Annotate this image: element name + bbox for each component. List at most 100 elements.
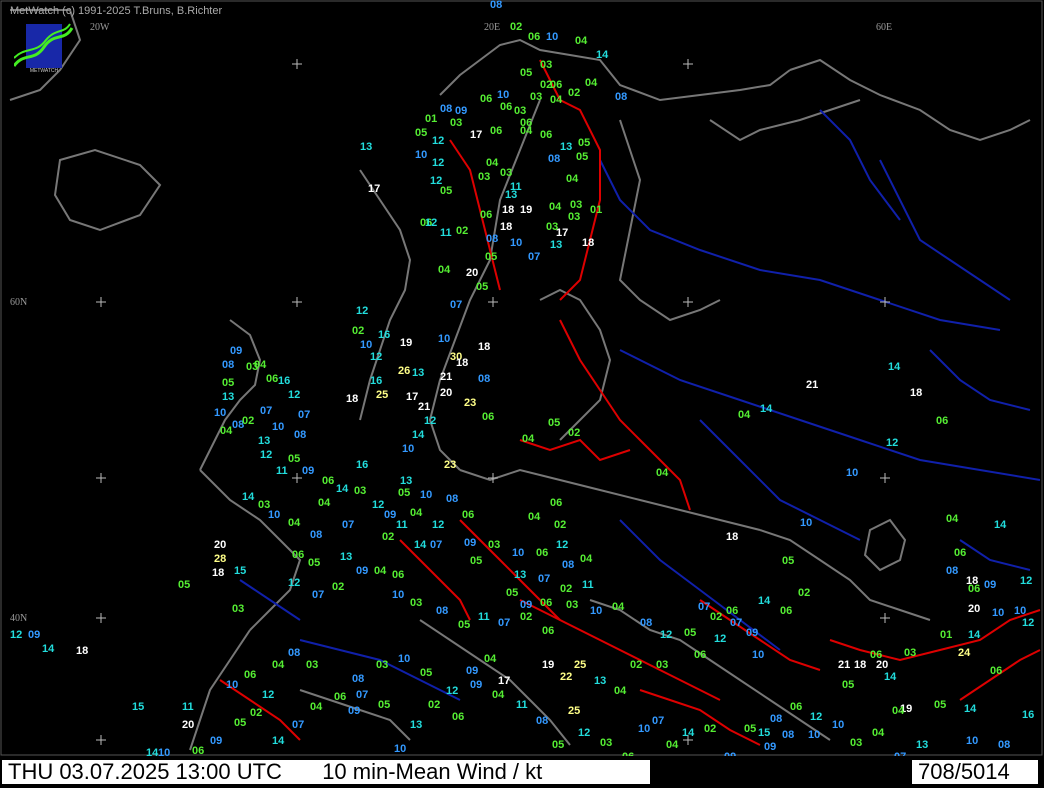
- wind-observation: 03: [478, 171, 491, 183]
- footer-parameter: 10 min-Mean Wind / kt: [322, 759, 543, 784]
- wind-observation: 17: [470, 129, 483, 141]
- wind-observation: 08: [288, 647, 301, 659]
- wind-observation: 08: [770, 713, 783, 725]
- wind-observation: 13: [560, 141, 573, 153]
- wind-observation: 10: [590, 605, 603, 617]
- wind-observation: 04: [585, 77, 598, 89]
- wind-observation: 05: [458, 619, 471, 631]
- wind-observation: 17: [368, 183, 381, 195]
- wind-observation: 19: [542, 659, 555, 671]
- wind-observation: 10: [415, 149, 428, 161]
- wind-observation: 12: [660, 629, 673, 641]
- wind-observation: 14: [968, 629, 981, 641]
- wind-observation: 08: [446, 493, 459, 505]
- wind-observation: 08: [478, 373, 491, 385]
- wind-observation: 05: [520, 67, 533, 79]
- wind-observation: 06: [244, 669, 257, 681]
- wind-observation: 07: [342, 519, 355, 531]
- footer-datetime: THU 03.07.2025 13:00 UTC: [8, 759, 282, 784]
- wind-observation: 05: [934, 699, 947, 711]
- metwatch-logo-icon: METWATCH: [14, 23, 74, 74]
- wind-observation: 25: [574, 659, 587, 671]
- wind-observation: 14: [242, 491, 255, 503]
- wind-observation: 03: [488, 539, 501, 551]
- wind-observation: 10: [846, 467, 859, 479]
- wind-observation: 04: [550, 94, 563, 106]
- borders: [219, 59, 1041, 746]
- wind-observation: 20: [968, 603, 981, 615]
- wind-observation: 04: [575, 35, 588, 47]
- wind-observation: 06: [480, 209, 493, 221]
- footer-datetime-parameter: THU 03.07.2025 13:00 UTC 10 min-Mean Win…: [2, 760, 650, 784]
- wind-observation: 12: [578, 727, 591, 739]
- wind-observation: 03: [410, 597, 423, 609]
- wind-observation: 02: [382, 531, 395, 543]
- wind-observation: 13: [594, 675, 607, 687]
- wind-observation: 05: [684, 627, 697, 639]
- wind-observation: 09: [746, 627, 759, 639]
- wind-observation: 06: [536, 547, 549, 559]
- wind-observation: 12: [262, 689, 275, 701]
- wind-observation: 10: [272, 421, 285, 433]
- wind-observation: 08: [490, 0, 503, 11]
- wind-observation: 04: [438, 264, 451, 276]
- wind-observation: 21: [440, 371, 453, 383]
- wind-observation: 06: [528, 31, 541, 43]
- wind-observation: 10: [398, 653, 411, 665]
- wind-observation: 19: [520, 204, 533, 216]
- wind-observation: 04: [272, 659, 285, 671]
- wind-observation: 13: [505, 189, 518, 201]
- wind-observation: 14: [758, 595, 771, 607]
- wind-observation: 22: [560, 671, 573, 683]
- wind-observation: 08: [946, 565, 959, 577]
- wind-observation: 25: [568, 705, 581, 717]
- wind-observation: 07: [430, 539, 443, 551]
- wind-observation: 02: [428, 699, 441, 711]
- wind-observation: 12: [446, 685, 459, 697]
- wind-observation: 05: [222, 377, 235, 389]
- wind-observation: 04: [318, 497, 331, 509]
- wind-observation: 04: [492, 689, 505, 701]
- wind-observation: 02: [798, 587, 811, 599]
- wind-observation: 03: [600, 737, 613, 749]
- wind-observation: 07: [698, 601, 711, 613]
- wind-observation: 04: [580, 553, 593, 565]
- wind-observation: 17: [498, 675, 511, 687]
- wind-observation: 06: [452, 711, 465, 723]
- wind-observation: 13: [258, 435, 271, 447]
- wind-observation: 13: [360, 141, 373, 153]
- wind-observation: 06: [266, 373, 279, 385]
- wind-observation: 09: [348, 705, 361, 717]
- wind-observation: 10: [420, 489, 433, 501]
- wind-observation: 18: [502, 204, 515, 216]
- wind-observation: 06: [392, 569, 405, 581]
- wind-observation: 12: [424, 415, 437, 427]
- wind-observation: 13: [340, 551, 353, 563]
- wind-observation: 11: [516, 699, 528, 711]
- wind-observation: 06: [482, 411, 495, 423]
- wind-observation: 04: [666, 739, 679, 751]
- wind-observation: 03: [540, 59, 553, 71]
- wind-observation: 12: [260, 449, 273, 461]
- wind-observation: 11: [478, 611, 490, 623]
- wind-observation: 06: [540, 129, 553, 141]
- wind-observation: 03: [656, 659, 669, 671]
- wind-observation: 07: [292, 719, 305, 731]
- wind-observation: 03: [514, 105, 527, 117]
- wind-observation: 14: [994, 519, 1007, 531]
- wind-observation: 09: [520, 599, 533, 611]
- wind-observation: 02: [520, 611, 533, 623]
- wind-observation: 08: [310, 529, 323, 541]
- wind-observation: 21: [418, 401, 431, 413]
- wind-observation: 18: [478, 341, 491, 353]
- wind-observation: 03: [530, 91, 543, 103]
- wind-observation: 20: [466, 267, 479, 279]
- wind-observation: 09: [28, 629, 41, 641]
- wind-observation: 04: [738, 409, 751, 421]
- wind-observation: 02: [540, 79, 553, 91]
- wind-observation: 05: [440, 185, 453, 197]
- wind-observation: 04: [484, 653, 497, 665]
- wind-observation: 08: [562, 559, 575, 571]
- wind-observation: 16: [278, 375, 291, 387]
- wind-observation: 01: [940, 629, 953, 641]
